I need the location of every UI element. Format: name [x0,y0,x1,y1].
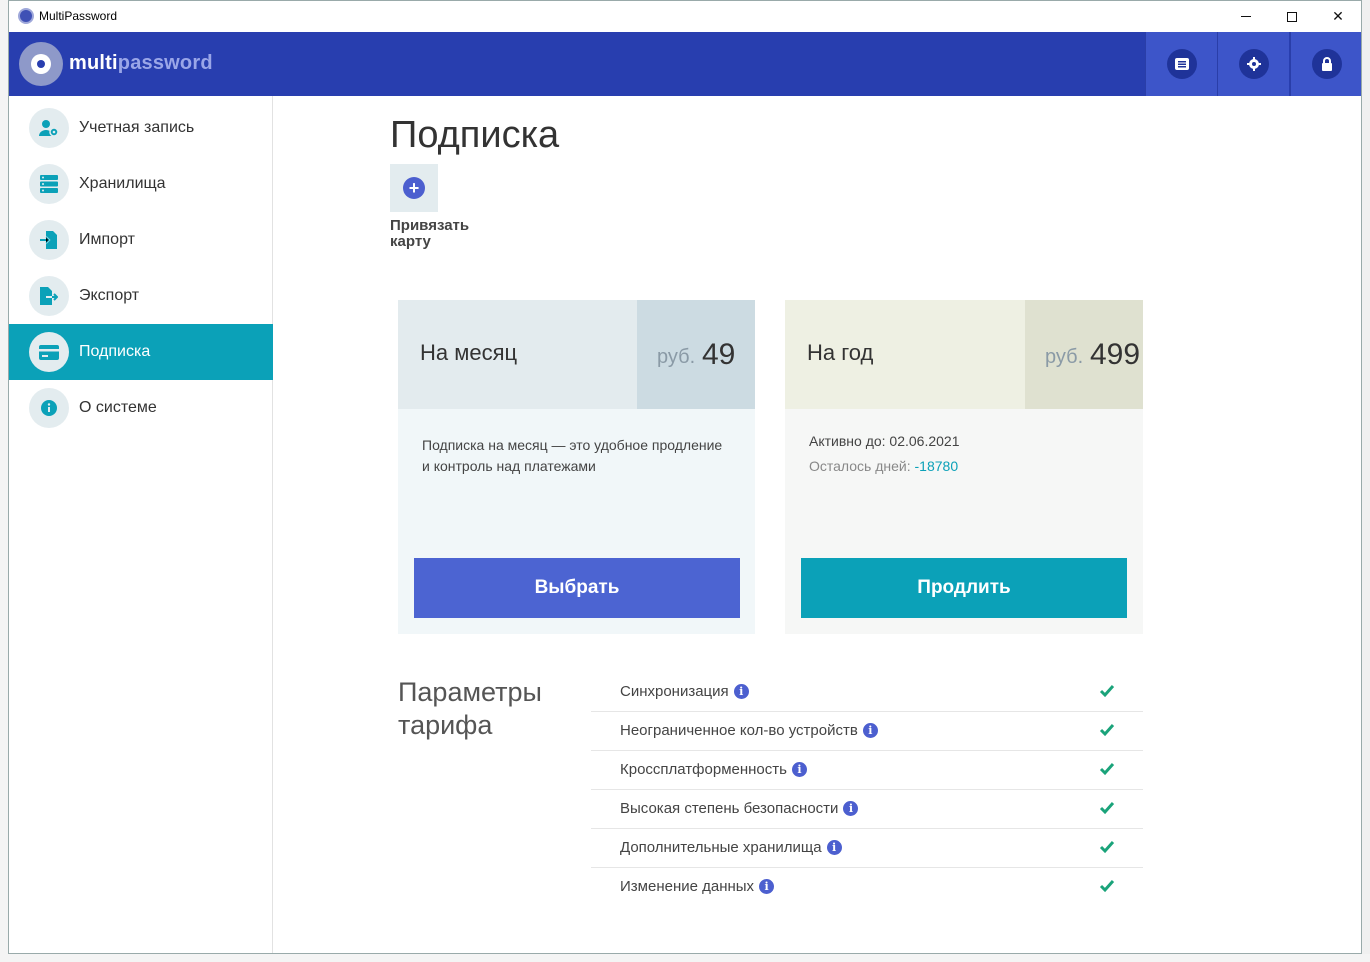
plus-icon: + [403,177,425,199]
param-row: Высокая степень безопасности i [591,790,1143,829]
desktop-background-right [1362,0,1370,962]
plan-header: На месяц руб. 49 [398,300,755,409]
params-title: Параметры тарифа [398,677,542,740]
desktop-background-bottom [0,954,1370,962]
check-icon [1099,802,1115,815]
select-button[interactable]: Выбрать [414,558,740,618]
import-icon [29,220,69,260]
maximize-button[interactable] [1269,1,1315,32]
info-icon[interactable]: i [791,762,807,777]
sidebar-item-label: О системе [79,399,157,416]
window-title: MultiPassword [39,9,118,23]
sidebar-item-label: Импорт [79,231,135,248]
param-row: Изменение данных i [591,868,1143,907]
lock-icon [1312,49,1342,79]
plan-body: Подписка на месяц — это удобное продлени… [398,409,755,634]
sidebar-item-about[interactable]: О системе [9,380,273,436]
sidebar-item-storage[interactable]: Хранилища [9,156,273,212]
app-header: multipassword [9,32,1361,96]
close-button[interactable]: ✕ [1315,1,1361,32]
maximize-icon [1287,11,1297,22]
info-icon [29,388,69,428]
param-label: Неограниченное кол-во устройств [620,722,858,739]
param-row: Синхронизация i [591,673,1143,712]
price-amount: 49 [702,338,736,371]
sidebar-item-label: Подписка [79,343,151,360]
add-card-button[interactable]: + [390,164,438,212]
app-window: MultiPassword ✕ multipassword Учетная за… [8,0,1362,954]
add-card-label[interactable]: Привязать карту [390,218,510,250]
param-row: Дополнительные хранилища i [591,829,1143,868]
plan-card-year: На год руб. 499 Активно до: 02.06.2021 О… [785,300,1143,634]
info-icon[interactable]: i [759,879,775,894]
check-icon [1099,724,1115,737]
user-gear-icon [29,108,69,148]
info-icon[interactable]: i [843,801,859,816]
renew-button[interactable]: Продлить [801,558,1127,618]
days-left: Осталось дней: -18780 [809,458,959,474]
info-icon[interactable]: i [826,840,842,855]
info-icon[interactable]: i [733,684,749,699]
check-icon [1099,880,1115,893]
check-icon [1099,685,1115,698]
main-content: Подписка + Привязать карту На месяц руб.… [274,96,1361,953]
storage-icon [29,164,69,204]
lock-button[interactable] [1290,32,1361,96]
sidebar: Учетная запись Хранилища Импорт Экспорт … [9,96,273,953]
param-label: Кроссплатформенность [620,761,787,778]
close-icon: ✕ [1332,8,1344,24]
logo-icon [19,42,63,86]
price-currency: руб. [657,346,696,368]
credit-card-icon [29,332,69,372]
param-label: Синхронизация [620,683,729,700]
plan-header: На год руб. 499 [785,300,1143,409]
param-label: Дополнительные хранилища [620,839,822,856]
sidebar-item-import[interactable]: Импорт [9,212,273,268]
plan-card-month: На месяц руб. 49 Подписка на месяц — это… [398,300,755,634]
active-until: Активно до: 02.06.2021 [809,433,960,449]
check-icon [1099,841,1115,854]
plan-name: На год [807,340,874,365]
page-title: Подписка [390,114,560,156]
info-icon[interactable]: i [862,723,878,738]
price-amount: 499 [1090,338,1141,371]
param-label: Изменение данных [620,878,755,895]
days-left-value: -18780 [914,458,959,474]
settings-button[interactable] [1217,32,1289,96]
param-row: Неограниченное кол-во устройств i [591,712,1143,751]
price-box: руб. 499 [1025,300,1143,409]
app-icon [18,8,34,24]
sidebar-item-account[interactable]: Учетная запись [9,100,273,156]
gear-icon [1238,49,1269,79]
desktop-background [0,0,8,962]
price-box: руб. 49 [637,300,755,409]
sidebar-item-label: Экспорт [79,287,140,304]
check-icon [1099,763,1115,776]
minimize-button[interactable] [1223,1,1269,32]
plan-body: Активно до: 02.06.2021 Осталось дней: -1… [785,409,1143,634]
param-label: Высокая степень безопасности [620,800,839,817]
plan-description: Подписка на месяц — это удобное продлени… [422,437,723,474]
title-bar: MultiPassword ✕ [9,1,1361,32]
sidebar-item-subscription[interactable]: Подписка [9,324,273,380]
param-row: Кроссплатформенность i [591,751,1143,790]
sidebar-item-label: Учетная запись [79,119,195,136]
minimize-icon [1241,16,1251,17]
plan-name: На месяц [420,340,518,365]
export-icon [29,276,69,316]
sidebar-item-export[interactable]: Экспорт [9,268,273,324]
price-currency: руб. [1045,346,1084,368]
list-icon [1166,49,1197,79]
list-button[interactable] [1145,32,1217,96]
sidebar-item-label: Хранилища [79,175,166,192]
logo-text: multipassword [69,52,213,74]
